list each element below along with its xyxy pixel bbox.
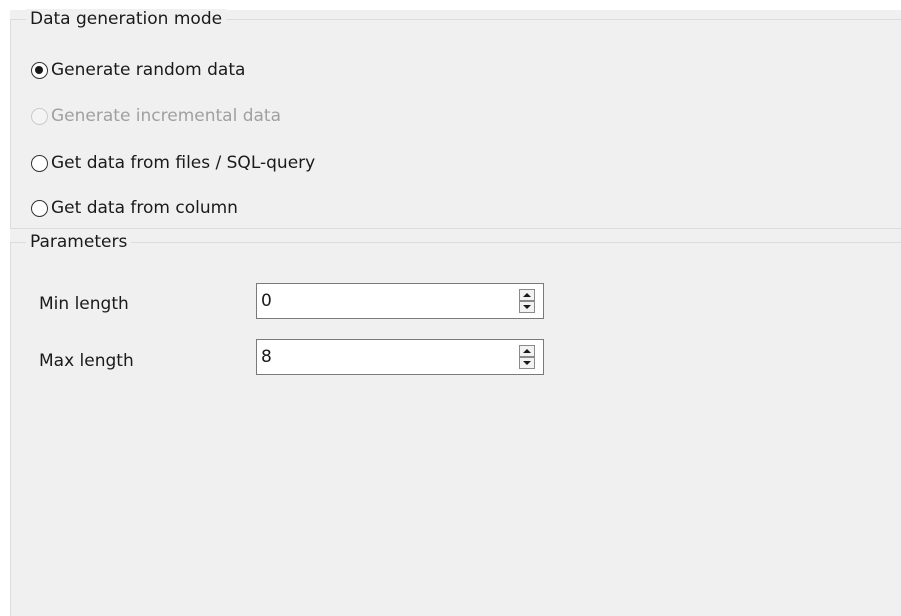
- arrow-up-icon: [523, 349, 531, 353]
- max-length-input[interactable]: [257, 340, 507, 374]
- spin-down-button[interactable]: [519, 301, 535, 313]
- max-length-spinner: [256, 339, 544, 375]
- spin-down-button[interactable]: [519, 357, 535, 369]
- arrow-up-icon: [523, 293, 531, 297]
- radio-button-unchecked-icon[interactable]: [31, 154, 48, 172]
- radio-get-data-from-column[interactable]: Get data from column: [31, 196, 238, 220]
- radio-button-unchecked-icon[interactable]: [31, 199, 48, 217]
- radio-generate-random-data[interactable]: Generate random data: [31, 58, 245, 82]
- spin-up-button[interactable]: [519, 289, 535, 301]
- radio-label: Get data from files / SQL-query: [51, 153, 316, 173]
- max-length-label: Max length: [39, 351, 134, 371]
- settings-panel: Data generation mode Generate random dat…: [10, 9, 901, 616]
- min-length-label: Min length: [39, 294, 129, 314]
- min-length-spin-buttons: [519, 289, 535, 313]
- arrow-down-icon: [523, 305, 531, 309]
- arrow-down-icon: [523, 361, 531, 365]
- data-generation-mode-title: Data generation mode: [26, 9, 227, 29]
- data-generation-mode-group: Data generation mode Generate random dat…: [10, 9, 901, 229]
- spin-up-button[interactable]: [519, 345, 535, 357]
- max-length-spin-buttons: [519, 345, 535, 369]
- parameters-title: Parameters: [26, 232, 132, 252]
- radio-label: Get data from column: [51, 198, 238, 218]
- window-root: Data generation mode Generate random dat…: [0, 0, 901, 616]
- min-length-spinner: [256, 283, 544, 319]
- radio-label: Generate random data: [51, 60, 246, 80]
- radio-button-checked-icon[interactable]: [31, 61, 48, 79]
- radio-get-data-from-files-sql-query[interactable]: Get data from files / SQL-query: [31, 151, 315, 175]
- radio-label: Generate incremental data: [51, 106, 282, 126]
- radio-button-disabled-icon: [31, 107, 48, 125]
- min-length-input[interactable]: [257, 284, 507, 318]
- radio-generate-incremental-data: Generate incremental data: [31, 104, 281, 128]
- parameters-group: Parameters Min length Max length: [10, 232, 901, 616]
